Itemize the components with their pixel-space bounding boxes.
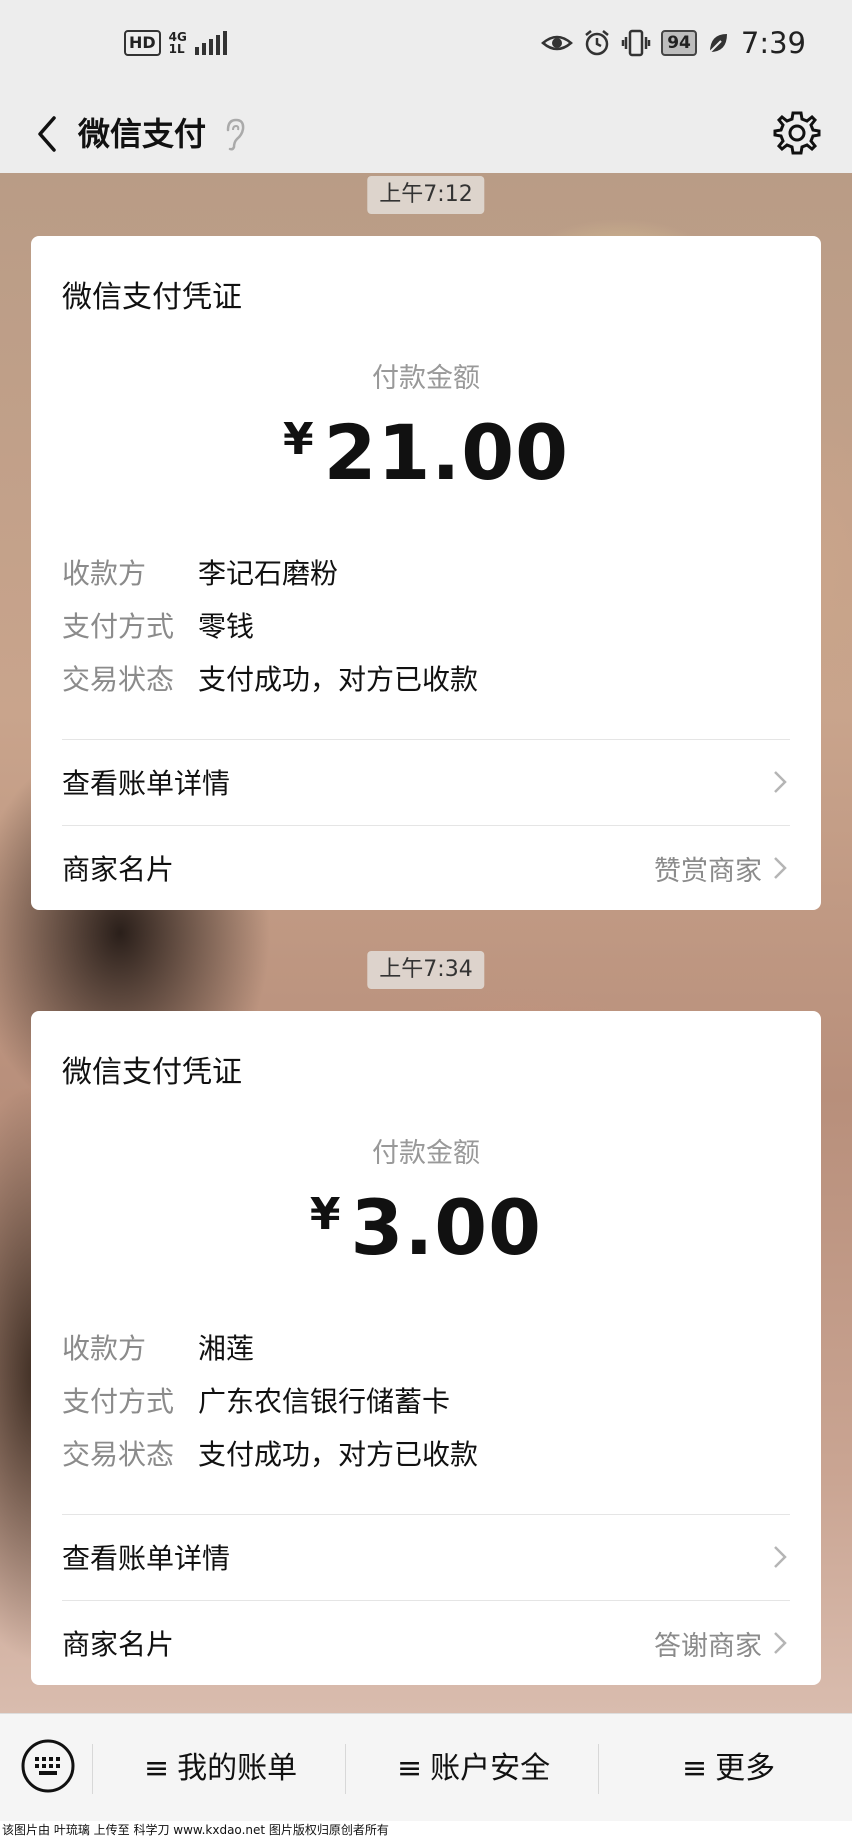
amount: ¥3.00 [31,1183,821,1272]
payment-receipt-card[interactable]: 微信支付凭证 付款金额 ¥21.00 收款方 李记石磨粉 支付方式 零钱 交易状态支… [31,236,821,910]
card-title: 微信支付凭证 [62,1055,242,1090]
divider [62,1600,790,1601]
info-value: 湘莲 [198,1332,255,1365]
eye-icon [541,35,574,51]
signal-icon [194,31,227,55]
menu-icon: ≡ [682,1751,708,1786]
status-left: HD 4G 1L [124,30,227,56]
payment-receipt-card[interactable]: 微信支付凭证 付款金额 ¥3.00 收款方 湘莲 支付方式 广东农信银行储蓄卡 交易… [31,1011,821,1685]
merchant-action: 答谢商家 [654,1630,762,1662]
info-row-payee: 收款方 李记石磨粉 [62,554,338,594]
chevron-right-icon [774,1632,787,1654]
menu-more[interactable]: ≡ 更多 [682,1744,775,1794]
info-row-status: 交易状态 支付成功，对方已收款 [62,660,478,700]
info-value: 支付成功，对方已收款 [198,1438,479,1471]
status-bar: HD 4G 1L 94 7:39 [0,0,852,96]
info-key: 交易状态 [62,1438,175,1471]
status-right: 94 7:39 [541,26,806,60]
info-row-status: 交易状态 支付成功，对方已收款 [62,1435,478,1475]
timestamp-chip: 上午7:12 [367,176,485,214]
clock: 7:39 [740,26,806,60]
merchant-card-label: 商家名片 [62,853,175,886]
bill-detail-label: 查看账单详情 [62,767,231,800]
timestamp-chip: 上午7:34 [367,951,485,989]
amount: ¥21.00 [31,408,821,497]
page-title: 微信支付 [78,115,207,153]
chevron-right-icon [774,857,787,879]
info-value: 支付成功，对方已收款 [198,663,479,696]
vibrate-icon [621,29,651,57]
leaf-icon [709,34,727,53]
menu-account-security[interactable]: ≡ 账户安全 [397,1744,550,1794]
menu-divider [345,1744,346,1794]
menu-divider [598,1744,599,1794]
info-value: 李记石磨粉 [198,557,339,590]
bill-detail-link[interactable]: 查看账单详情 [62,742,790,822]
bottom-menu-bar: ≡ 我的账单 ≡ 账户安全 ≡ 更多 [0,1713,852,1822]
menu-label: 账户安全 [430,1751,551,1786]
keyboard-icon[interactable] [20,1738,76,1794]
network-sub: 1L [168,42,185,56]
info-key: 收款方 [62,1332,147,1365]
merchant-card-label: 商家名片 [62,1628,175,1661]
amount-label: 付款金额 [372,1138,480,1169]
merchant-card-link[interactable]: 商家名片 赞赏商家 [62,828,790,908]
network-indicator: 4G 1L [169,31,187,55]
info-value: 零钱 [198,610,255,643]
menu-icon: ≡ [144,1751,170,1786]
info-key: 交易状态 [62,663,175,696]
divider [62,739,790,740]
gear-icon[interactable] [772,108,822,158]
menu-divider [92,1744,93,1794]
watermark-text: 该图片由 叶琉璃 上传至 科学刀 www.kxdao.net 图片版权归原创者所… [0,1821,852,1839]
hd-badge: HD [124,30,161,56]
battery-icon: 94 [661,30,697,56]
ear-icon [226,118,245,151]
info-row-method: 支付方式 广东农信银行储蓄卡 [62,1382,450,1422]
divider [62,1514,790,1515]
chevron-right-icon [774,1546,787,1568]
amount-value: 3.00 [350,1183,543,1272]
amount-label: 付款金额 [372,363,480,394]
info-key: 支付方式 [62,1385,175,1418]
info-key: 支付方式 [62,610,175,643]
chevron-right-icon [774,771,787,793]
info-value: 广东农信银行储蓄卡 [198,1385,451,1418]
currency-symbol: ¥ [282,414,314,465]
alarm-icon [585,30,609,56]
card-title: 微信支付凭证 [62,280,242,315]
divider [62,825,790,826]
chevron-left-icon[interactable] [24,110,72,158]
merchant-action: 赞赏商家 [654,855,762,887]
bill-detail-link[interactable]: 查看账单详情 [62,1517,790,1597]
nav-bar: 微信支付 [0,96,852,173]
menu-label: 更多 [715,1751,776,1786]
bill-detail-label: 查看账单详情 [62,1542,231,1575]
menu-my-bills[interactable]: ≡ 我的账单 [144,1744,297,1794]
info-row-method: 支付方式 零钱 [62,607,254,647]
amount-value: 21.00 [323,408,570,497]
merchant-card-link[interactable]: 商家名片 答谢商家 [62,1603,790,1683]
menu-label: 我的账单 [177,1751,298,1786]
info-row-payee: 收款方 湘莲 [62,1329,254,1369]
info-key: 收款方 [62,557,147,590]
menu-icon: ≡ [397,1751,423,1786]
currency-symbol: ¥ [309,1189,341,1240]
